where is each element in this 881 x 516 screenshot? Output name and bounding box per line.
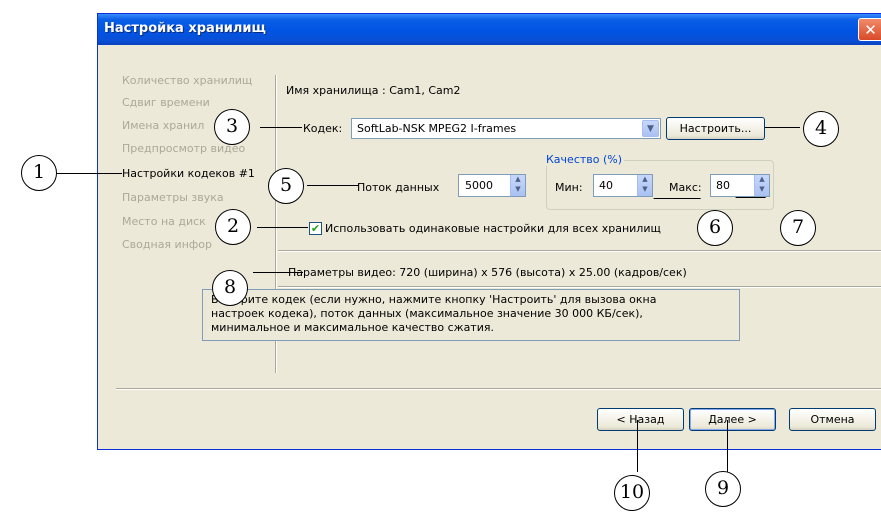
cancel-button[interactable]: Отмена	[789, 408, 876, 431]
sidebar-item-time-shift[interactable]: Сдвиг времени	[122, 96, 210, 109]
callout-1-leader	[56, 173, 122, 175]
sidebar-item-codecs[interactable]: Настройки кодеков #1	[122, 167, 255, 180]
callout-3-leader	[260, 127, 302, 129]
bitrate-stepper[interactable]: 5000 ▲ ▼	[458, 174, 526, 197]
max-label: Макс:	[669, 181, 702, 194]
callout-6: 6	[697, 210, 733, 246]
bitrate-label: Поток данных	[357, 181, 440, 194]
close-icon: ✕	[864, 21, 877, 39]
callout-3: 3	[214, 109, 250, 145]
callout-1: 1	[21, 155, 57, 191]
close-button[interactable]: ✕	[858, 18, 881, 41]
hint-line: Выберите кодек (если нужно, нажмите кноп…	[211, 293, 657, 306]
hint-line: минимальное и максимальное качество сжат…	[211, 321, 494, 334]
chevron-down-icon[interactable]: ▼	[642, 120, 659, 137]
spin-down-icon[interactable]: ▼	[638, 185, 652, 195]
section-divider	[278, 250, 881, 252]
min-spin-buttons[interactable]: ▲ ▼	[637, 175, 652, 196]
sidebar-item-summary[interactable]: Сводная инфор	[122, 238, 212, 251]
sidebar-item-disk[interactable]: Место на диск	[122, 215, 206, 228]
checkmark-icon: ✔	[310, 222, 321, 235]
same-settings-checkbox[interactable]: ✔	[309, 222, 322, 235]
spin-up-icon[interactable]: ▲	[755, 175, 769, 185]
callout-4-leader	[765, 127, 800, 129]
codec-label: Кодек:	[303, 122, 343, 135]
callout-5-leader	[307, 185, 359, 187]
max-spin-buttons[interactable]: ▲ ▼	[754, 175, 769, 196]
spin-up-icon[interactable]: ▲	[511, 175, 525, 185]
max-value: 80	[716, 179, 730, 192]
spin-down-icon[interactable]: ▼	[755, 185, 769, 195]
callout-7: 7	[780, 210, 816, 246]
max-quality-stepper[interactable]: 80 ▲ ▼	[710, 174, 770, 197]
callout-10-leader	[637, 420, 639, 472]
codec-value: SoftLab-NSK MPEG2 I-frames	[357, 122, 517, 135]
footer-divider	[116, 388, 881, 390]
sidebar-item-count[interactable]: Количество хранилищ	[122, 74, 252, 87]
configure-button[interactable]: Настроить...	[666, 117, 765, 140]
window-title: Настройка хранилищ	[104, 21, 266, 36]
callout-2: 2	[215, 209, 251, 245]
callout-8-leader	[253, 272, 303, 274]
video-params-text: Параметры видео: 720 (ширина) x 576 (выс…	[288, 266, 687, 279]
callout-4: 4	[803, 111, 839, 147]
same-settings-label[interactable]: Использовать одинаковые настройки для вс…	[325, 222, 661, 235]
callout-9-leader	[727, 420, 729, 472]
callout-2-leader	[257, 227, 308, 229]
hint-line: настроек кодека), поток данных (максимал…	[211, 307, 643, 320]
callout-8: 8	[212, 270, 248, 306]
min-label: Мин:	[555, 181, 583, 194]
callout-5: 5	[268, 168, 304, 204]
quality-group-title: Качество (%)	[544, 153, 625, 166]
codec-select[interactable]: SoftLab-NSK MPEG2 I-frames ▼	[351, 118, 661, 139]
title-bar[interactable]: Настройка хранилищ ✕	[98, 14, 881, 45]
callout-10: 10	[614, 475, 650, 511]
bitrate-spin-buttons[interactable]: ▲ ▼	[510, 175, 525, 196]
storage-name-text: Имя хранилища : Cam1, Cam2	[286, 84, 461, 97]
sidebar-item-names[interactable]: Имена хранил	[122, 119, 204, 132]
hint-box: Выберите кодек (если нужно, нажмите кноп…	[202, 289, 740, 341]
min-value: 40	[599, 179, 613, 192]
min-quality-stepper[interactable]: 40 ▲ ▼	[593, 174, 653, 197]
spin-down-icon[interactable]: ▼	[511, 185, 525, 195]
back-button[interactable]: < Назад	[597, 408, 684, 431]
section-divider	[278, 286, 881, 288]
sidebar-item-audio[interactable]: Параметры звука	[122, 191, 224, 204]
next-button[interactable]: Далее >	[689, 408, 776, 431]
bitrate-value: 5000	[465, 179, 493, 192]
callout-9: 9	[705, 471, 741, 507]
spin-up-icon[interactable]: ▲	[638, 175, 652, 185]
